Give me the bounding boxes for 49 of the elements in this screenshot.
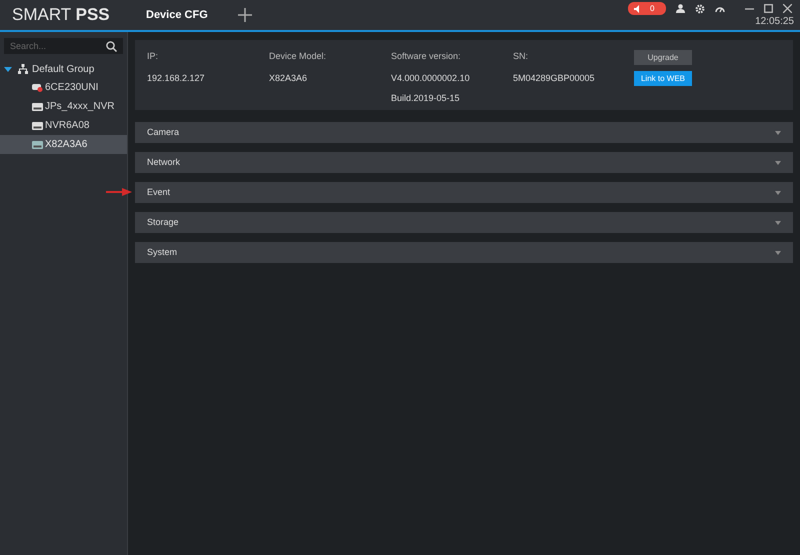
field-label: Device Model: <box>269 50 328 63</box>
dropdown-caret-icon <box>775 160 781 164</box>
add-tab-icon[interactable] <box>238 8 252 22</box>
section-header[interactable]: Storage <box>135 212 793 233</box>
alarm-count: 0 <box>650 2 654 14</box>
section-header[interactable]: Camera <box>135 122 793 143</box>
field-value: Build.2019-05-15 <box>391 92 461 105</box>
field-label: SN: <box>513 50 530 63</box>
dropdown-caret-icon <box>775 190 781 194</box>
section-title: Camera <box>147 126 180 139</box>
field-value: X82A3A6 <box>269 72 308 84</box>
section-title: Storage <box>147 216 179 229</box>
section-title: System <box>147 246 178 259</box>
speaker-icon <box>634 4 642 12</box>
user-icon[interactable] <box>676 4 685 13</box>
upgrade-button[interactable]: Upgrade <box>634 50 692 65</box>
section-header[interactable]: Network <box>135 152 793 173</box>
camera-icon <box>32 83 43 92</box>
close-icon[interactable] <box>783 4 792 13</box>
expand-caret-icon[interactable] <box>4 65 12 73</box>
field-label: IP: <box>147 50 160 63</box>
tab[interactable]: Device CFG <box>128 0 226 30</box>
field-label: Software version: <box>391 50 462 63</box>
field-value: 192.168.2.127 <box>147 72 206 84</box>
device-item[interactable]: X82A3A6 <box>0 135 127 154</box>
clock-time: 12:05:25 <box>755 15 794 29</box>
maximize-icon[interactable] <box>764 4 773 13</box>
search-field[interactable]: Search... <box>4 38 123 54</box>
recorder-icon <box>32 122 43 130</box>
section-header[interactable]: System <box>135 242 793 263</box>
field-value: 5M04289GBP00005 <box>513 72 596 84</box>
field-value: V4.000.0000002.10 <box>391 72 471 84</box>
group-label[interactable]: Default Group <box>32 62 94 76</box>
recorder-icon <box>32 102 43 110</box>
alarm-badge[interactable]: 0 <box>628 2 666 15</box>
device-item[interactable]: NVR6A08 <box>0 116 127 135</box>
settings-icon[interactable] <box>695 4 705 14</box>
dropdown-caret-icon <box>775 220 781 224</box>
group-icon <box>18 64 28 74</box>
section-title: Network <box>147 156 180 169</box>
search-icon[interactable] <box>106 40 117 52</box>
section-header[interactable]: Event <box>135 182 793 203</box>
app-logo: SMART PSS <box>11 4 111 26</box>
dropdown-caret-icon <box>775 250 781 254</box>
recorder-icon <box>32 140 43 148</box>
section-title: Event <box>147 186 170 199</box>
device-item[interactable]: 6CE230UNI <box>0 78 127 97</box>
dropdown-caret-icon <box>775 130 781 134</box>
device-item[interactable]: JPs_4xxx_NVR <box>0 97 127 116</box>
